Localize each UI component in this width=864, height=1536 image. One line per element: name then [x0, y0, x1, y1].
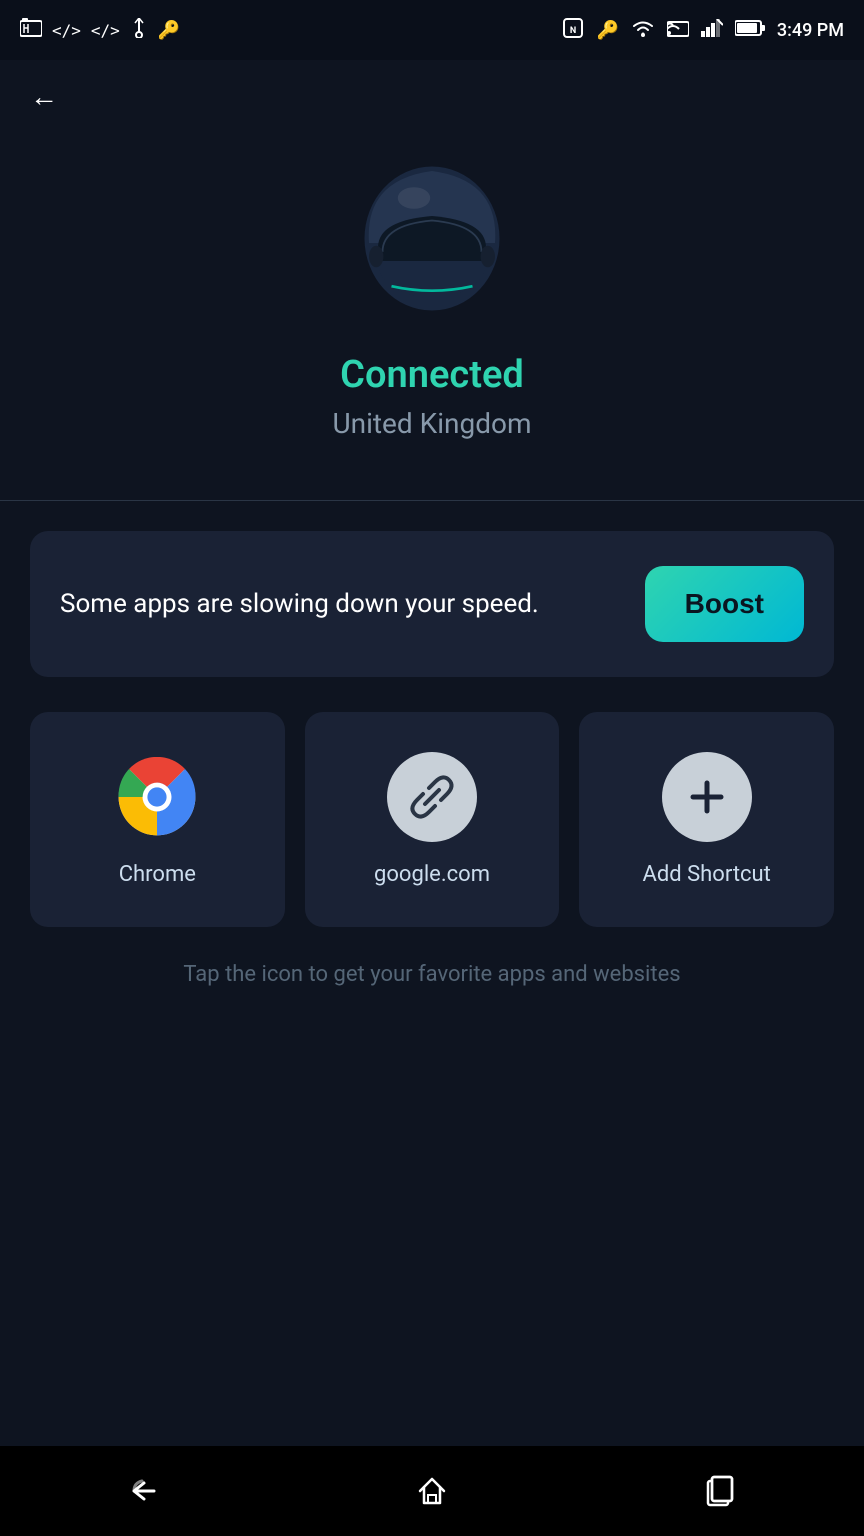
nav-back-button[interactable]: [104, 1461, 184, 1521]
nav-recents-button[interactable]: [680, 1461, 760, 1521]
plus-icon: [685, 775, 729, 819]
back-arrow-icon: ←: [30, 80, 58, 113]
nav-home-icon: [414, 1473, 450, 1509]
server-location: United Kingdom: [332, 407, 531, 440]
back-button[interactable]: ←: [0, 60, 864, 133]
chrome-shortcut[interactable]: Chrome: [30, 712, 285, 927]
nav-back-icon: [126, 1473, 162, 1509]
hero-section: Connected United Kingdom: [0, 133, 864, 500]
add-shortcut-label: Add Shortcut: [642, 862, 770, 887]
wifi-icon: [631, 18, 655, 42]
navigation-bar: [0, 1446, 864, 1536]
link-icon-wrap: [387, 752, 477, 842]
status-icons-left: </> </> 🔑: [20, 18, 180, 43]
boost-message: Some apps are slowing down your speed.: [60, 586, 645, 622]
code2-icon: </>: [91, 21, 120, 40]
add-shortcut[interactable]: Add Shortcut: [579, 712, 834, 927]
chrome-icon: [117, 757, 197, 837]
nfc-icon: N: [562, 17, 584, 43]
code1-icon: </>: [52, 21, 81, 40]
boost-button[interactable]: Boost: [645, 566, 804, 642]
key-icon: 🔑: [158, 20, 180, 41]
cast-icon: [667, 19, 689, 41]
screenshot-icon: [20, 18, 42, 43]
signal-icon: [701, 19, 723, 41]
battery-icon: [735, 20, 765, 40]
hint-text: Tap the icon to get your favorite apps a…: [0, 962, 864, 987]
nav-recents-icon: [702, 1473, 738, 1509]
status-bar: </> </> 🔑 N 🔑: [0, 0, 864, 60]
nav-home-button[interactable]: [392, 1461, 472, 1521]
usb-icon: [130, 18, 148, 43]
chrome-icon-wrap: [112, 752, 202, 842]
chrome-label: Chrome: [119, 862, 196, 887]
section-divider: [0, 500, 864, 501]
time-display: 3:49 PM: [777, 20, 844, 41]
link-icon: [407, 772, 457, 822]
boost-card: Some apps are slowing down your speed. B…: [30, 531, 834, 677]
status-icons-right: N 🔑: [562, 17, 844, 43]
key2-icon: 🔑: [596, 20, 618, 41]
vpn-helmet-icon: [342, 153, 522, 333]
svg-text:N: N: [570, 26, 576, 36]
connection-status: Connected: [340, 353, 524, 397]
google-label: google.com: [374, 862, 490, 887]
add-icon-wrap: [662, 752, 752, 842]
shortcuts-grid: Chrome google.com: [0, 712, 864, 927]
google-shortcut[interactable]: google.com: [305, 712, 560, 927]
